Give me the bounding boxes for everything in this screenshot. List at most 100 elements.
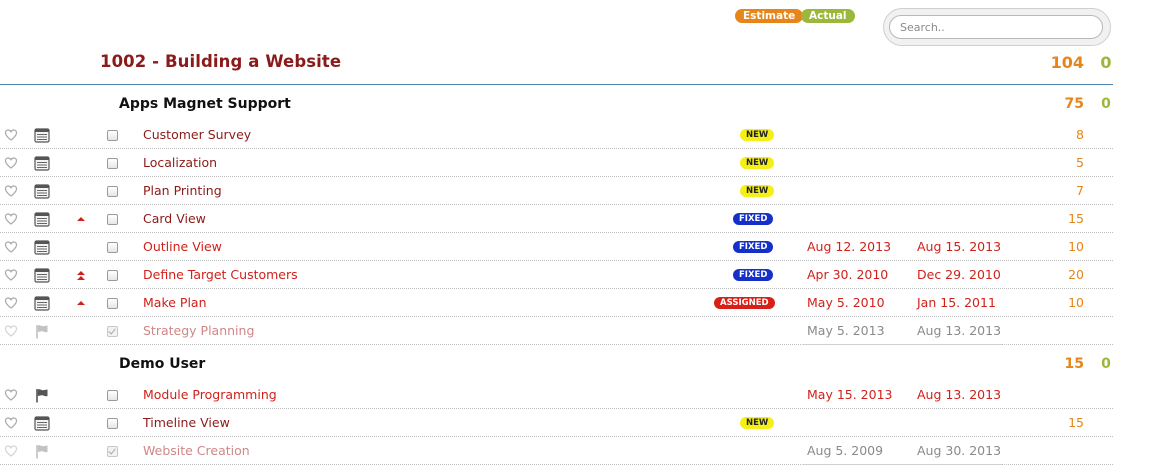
task-checkbox[interactable] xyxy=(107,130,118,141)
due-date: Aug 15. 2013 xyxy=(917,239,1002,254)
priority-high-icon xyxy=(76,297,86,309)
group-name[interactable]: Demo User xyxy=(119,356,205,372)
group-actual: 0 xyxy=(1101,356,1111,372)
start-date: Apr 30. 2010 xyxy=(807,267,889,282)
project-title[interactable]: 1002 - Building a Website xyxy=(100,52,341,71)
status-badge: ASSIGNED xyxy=(714,297,775,309)
start-date: Aug 5. 2009 xyxy=(807,443,884,458)
task-estimate: 8 xyxy=(1076,127,1084,142)
task-checkbox[interactable] xyxy=(107,158,118,169)
favorite-heart-icon[interactable] xyxy=(4,184,18,198)
task-checkbox[interactable] xyxy=(107,298,118,309)
task-title[interactable]: Outline View xyxy=(143,239,222,254)
task-row: Customer Survey NEW 8 xyxy=(0,121,1113,149)
task-checkbox[interactable] xyxy=(107,214,118,225)
group-estimate: 15 xyxy=(1064,356,1084,372)
start-date: Aug 12. 2013 xyxy=(807,239,892,254)
task-estimate: 10 xyxy=(1068,239,1084,254)
task-row: Timeline View NEW 15 xyxy=(0,409,1113,437)
calendar-icon[interactable] xyxy=(34,156,50,171)
task-estimate: 10 xyxy=(1068,295,1084,310)
favorite-heart-icon[interactable] xyxy=(4,212,18,226)
task-row: Localization NEW 5 xyxy=(0,149,1113,177)
task-row: Module Programming May 15. 2013 Aug 13. 20… xyxy=(0,381,1113,409)
group-name[interactable]: Apps Magnet Support xyxy=(119,96,291,112)
calendar-icon[interactable] xyxy=(34,128,50,143)
favorite-heart-icon[interactable] xyxy=(4,444,18,458)
task-checkbox[interactable] xyxy=(107,446,118,457)
task-estimate: 15 xyxy=(1068,211,1084,226)
task-row: Strategy Planning May 5. 2013 Aug 13. 2013 xyxy=(0,317,1113,345)
favorite-heart-icon[interactable] xyxy=(4,268,18,282)
task-checkbox[interactable] xyxy=(107,186,118,197)
flag-icon[interactable] xyxy=(34,388,50,403)
task-title[interactable]: Module Programming xyxy=(143,387,277,402)
calendar-icon[interactable] xyxy=(34,184,50,199)
due-date: Jan 15. 2011 xyxy=(917,295,996,310)
task-estimate: 7 xyxy=(1076,183,1084,198)
due-date: Aug 13. 2013 xyxy=(917,323,1002,338)
due-date: Aug 30. 2013 xyxy=(917,443,1002,458)
priority-high-icon xyxy=(76,213,86,225)
task-estimate: 15 xyxy=(1068,415,1084,430)
task-title[interactable]: Timeline View xyxy=(143,415,230,430)
task-title[interactable]: Customer Survey xyxy=(143,127,251,142)
status-badge: FIXED xyxy=(733,241,774,253)
calendar-icon[interactable] xyxy=(34,296,50,311)
favorite-heart-icon[interactable] xyxy=(4,416,18,430)
favorite-heart-icon[interactable] xyxy=(4,128,18,142)
calendar-icon[interactable] xyxy=(34,416,50,431)
task-checkbox[interactable] xyxy=(107,242,118,253)
status-badge: NEW xyxy=(740,157,775,169)
actual-legend: Actual xyxy=(801,9,855,23)
search-input[interactable] xyxy=(889,15,1103,39)
status-badge: NEW xyxy=(740,417,775,429)
task-checkbox[interactable] xyxy=(107,326,118,337)
task-title[interactable]: Website Creation xyxy=(143,443,250,458)
task-row: Card View FIXED 15 xyxy=(0,205,1113,233)
task-row: Outline View FIXED Aug 12. 2013 Aug 15. 201… xyxy=(0,233,1113,261)
task-row: Define Target Customers FIXED Apr 30. 2010… xyxy=(0,261,1113,289)
task-row: Plan Printing NEW 7 xyxy=(0,177,1113,205)
favorite-heart-icon[interactable] xyxy=(4,156,18,170)
status-badge: NEW xyxy=(740,185,775,197)
task-title[interactable]: Define Target Customers xyxy=(143,267,298,282)
task-title[interactable]: Localization xyxy=(143,155,217,170)
favorite-heart-icon[interactable] xyxy=(4,324,18,338)
status-badge: NEW xyxy=(740,129,775,141)
date-underline xyxy=(802,344,1002,345)
task-title[interactable]: Strategy Planning xyxy=(143,323,254,338)
flag-icon[interactable] xyxy=(34,444,50,459)
task-title[interactable]: Plan Printing xyxy=(143,183,222,198)
task-title[interactable]: Card View xyxy=(143,211,206,226)
task-estimate: 20 xyxy=(1068,267,1084,282)
task-row: Make Plan ASSIGNED May 5. 2010 Jan 15. 2011… xyxy=(0,289,1113,317)
task-checkbox[interactable] xyxy=(107,390,118,401)
task-checkbox[interactable] xyxy=(107,418,118,429)
group-actual: 0 xyxy=(1101,96,1111,112)
favorite-heart-icon[interactable] xyxy=(4,388,18,402)
calendar-icon[interactable] xyxy=(34,212,50,227)
estimate-legend: Estimate xyxy=(735,9,804,23)
task-estimate: 5 xyxy=(1076,155,1084,170)
due-date: Dec 29. 2010 xyxy=(917,267,1001,282)
task-checkbox[interactable] xyxy=(107,270,118,281)
due-date: Aug 13. 2013 xyxy=(917,387,1002,402)
calendar-icon[interactable] xyxy=(34,268,50,283)
project-actual: 0 xyxy=(1100,53,1112,72)
start-date: May 5. 2010 xyxy=(807,295,885,310)
calendar-icon[interactable] xyxy=(34,240,50,255)
task-row: Website Creation Aug 5. 2009 Aug 30. 2013 xyxy=(0,437,1113,465)
flag-icon[interactable] xyxy=(34,324,50,339)
status-badge: FIXED xyxy=(733,213,774,225)
project-divider xyxy=(0,84,1113,85)
date-underline xyxy=(802,464,1002,465)
favorite-heart-icon[interactable] xyxy=(4,240,18,254)
status-badge: FIXED xyxy=(733,269,774,281)
start-date: May 15. 2013 xyxy=(807,387,893,402)
task-title[interactable]: Make Plan xyxy=(143,295,207,310)
favorite-heart-icon[interactable] xyxy=(4,296,18,310)
priority-highest-icon xyxy=(76,269,86,281)
start-date: May 5. 2013 xyxy=(807,323,885,338)
project-estimate: 104 xyxy=(1050,53,1084,72)
